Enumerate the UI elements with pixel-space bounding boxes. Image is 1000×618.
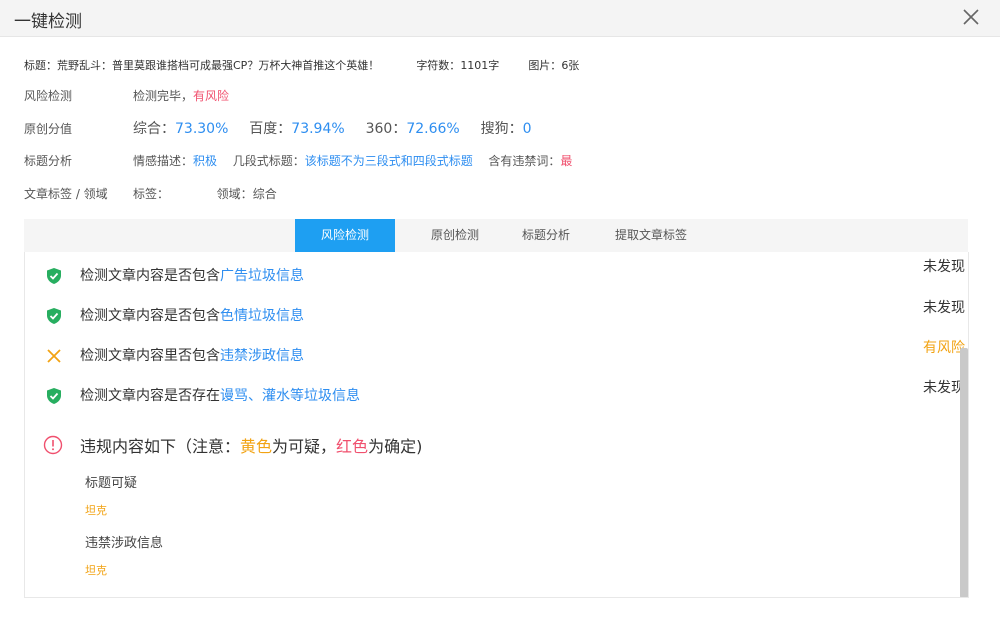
segments-value: 该标题不为三段式和四段式标题	[304, 154, 473, 168]
sentiment-label: 情感描述：	[133, 154, 194, 168]
detection-dialog: 一键检测 标题：荒野乱斗：普里莫跟谁搭档可成最强CP？万杯大神首推这个英雄！ 字…	[0, 0, 1000, 618]
check-status: 有风险	[923, 340, 965, 356]
check-item-porn: 检测文章内容是否包含色情垃圾信息 未发现	[45, 300, 965, 327]
violation-category: 标题可疑	[85, 476, 138, 491]
s360-score: 72.66%	[406, 121, 460, 137]
domain-value: 综合	[252, 187, 277, 201]
check-text: 检测文章内容是否包含广告垃圾信息	[80, 265, 304, 285]
overall-score: 73.30%	[175, 121, 229, 137]
tags-label: 文章标签 / 领域	[24, 187, 108, 201]
tags-values: 标签： 领域：综合	[133, 185, 277, 202]
violations-heading-text: 违规内容如下（注意：黄色为可疑，红色为确定)	[80, 433, 422, 457]
baidu-score: 73.94%	[291, 121, 345, 137]
risk-detection-panel[interactable]: 检测文章内容是否包含广告垃圾信息 未发现 检测文章内容是否包含色情垃圾信息 未发…	[24, 252, 969, 598]
heading-red-word: 红色	[336, 437, 369, 456]
check-text: 检测文章内容里否包含违禁涉政信息	[80, 345, 304, 365]
violation-word: 坦克	[85, 564, 107, 577]
check-prefix: 检测文章内容里否包含	[80, 348, 220, 364]
check-highlight: 色情垃圾信息	[220, 308, 304, 324]
check-highlight: 违禁涉政信息	[220, 348, 304, 364]
shield-check-icon	[45, 307, 63, 325]
check-item-abuse: 检测文章内容是否存在谩骂、灌水等垃圾信息 未发现	[45, 380, 965, 407]
check-status: 未发现	[923, 300, 965, 316]
overall-label: 综合：	[133, 121, 175, 137]
baidu-label: 百度：	[249, 121, 292, 137]
risk-value: 检测完毕，有风险	[133, 87, 229, 104]
check-item-politics: 检测文章内容里否包含违禁涉政信息 有风险	[45, 340, 965, 367]
tab-extract-tags[interactable]: 提取文章标签	[596, 219, 706, 252]
shield-check-icon	[45, 387, 63, 405]
panel-scrollbar[interactable]	[960, 348, 968, 597]
check-prefix: 检测文章内容是否包含	[80, 268, 220, 284]
title-analysis-values: 情感描述：积极 几段式标题：该标题不为三段式和四段式标题 含有违禁词：最	[133, 152, 572, 169]
cross-icon	[45, 347, 63, 365]
alert-circle-icon	[43, 435, 63, 455]
article-info: 标题：荒野乱斗：普里莫跟谁搭档可成最强CP？万杯大神首推这个英雄！ 字符数：11…	[24, 57, 579, 73]
check-item-ads: 检测文章内容是否包含广告垃圾信息 未发现	[45, 259, 965, 287]
domain-label: 领域：	[216, 187, 253, 201]
images-value: 6张	[561, 59, 580, 72]
check-status: 未发现	[923, 380, 965, 396]
tab-bar: 风险检测 原创检测 标题分析 提取文章标签	[24, 219, 968, 252]
banned-value: 最	[560, 154, 573, 168]
word-count-value: 1101字	[460, 59, 500, 72]
violation-category: 违禁涉政信息	[85, 536, 164, 551]
article-title: 荒野乱斗：普里莫跟谁搭档可成最强CP？万杯大神首推这个英雄！	[57, 59, 380, 72]
heading-prefix: 违规内容如下（注意：	[80, 437, 241, 456]
risk-label: 风险检测	[24, 89, 73, 103]
shield-check-icon	[45, 267, 63, 285]
banned-label: 含有违禁词：	[488, 154, 561, 168]
title-analysis-label: 标题分析	[24, 154, 73, 168]
dialog-title: 一键检测	[14, 12, 82, 32]
check-text: 检测文章内容是否存在谩骂、灌水等垃圾信息	[80, 385, 360, 405]
title-label: 标题：	[24, 59, 57, 72]
tab-title-analysis[interactable]: 标题分析	[496, 219, 596, 252]
tab-originality-detection[interactable]: 原创检测	[405, 219, 505, 252]
images-label: 图片：	[528, 59, 562, 72]
check-highlight: 广告垃圾信息	[220, 268, 304, 284]
dialog-header: 一键检测	[0, 0, 1000, 37]
check-highlight: 谩骂、灌水等垃圾信息	[220, 388, 360, 404]
sogou-label: 搜狗：	[480, 121, 523, 137]
sogou-score: 0	[522, 121, 532, 137]
heading-suffix: 为确定)	[368, 437, 423, 456]
risk-result: 有风险	[193, 89, 230, 103]
segments-label: 几段式标题：	[232, 154, 305, 168]
tag-label: 标签：	[133, 187, 170, 201]
word-count-label: 字符数：	[416, 59, 461, 72]
risk-status: 检测完毕，	[133, 89, 194, 103]
close-icon[interactable]	[960, 6, 982, 28]
check-prefix: 检测文章内容是否包含	[80, 308, 220, 324]
violation-word: 坦克	[85, 504, 107, 517]
tab-risk-detection[interactable]: 风险检测	[295, 219, 395, 252]
heading-yellow-word: 黄色	[240, 437, 273, 456]
originality-label: 原创分值	[24, 122, 73, 136]
heading-mid: 为可疑，	[272, 437, 337, 456]
sentiment-value: 积极	[193, 154, 218, 168]
check-status: 未发现	[923, 259, 965, 275]
check-text: 检测文章内容是否包含色情垃圾信息	[80, 305, 304, 325]
check-prefix: 检测文章内容是否存在	[80, 388, 220, 404]
originality-values: 综合：73.30% 百度：73.94% 360：72.66% 搜狗：0	[133, 118, 532, 138]
s360-label: 360：	[365, 121, 407, 137]
